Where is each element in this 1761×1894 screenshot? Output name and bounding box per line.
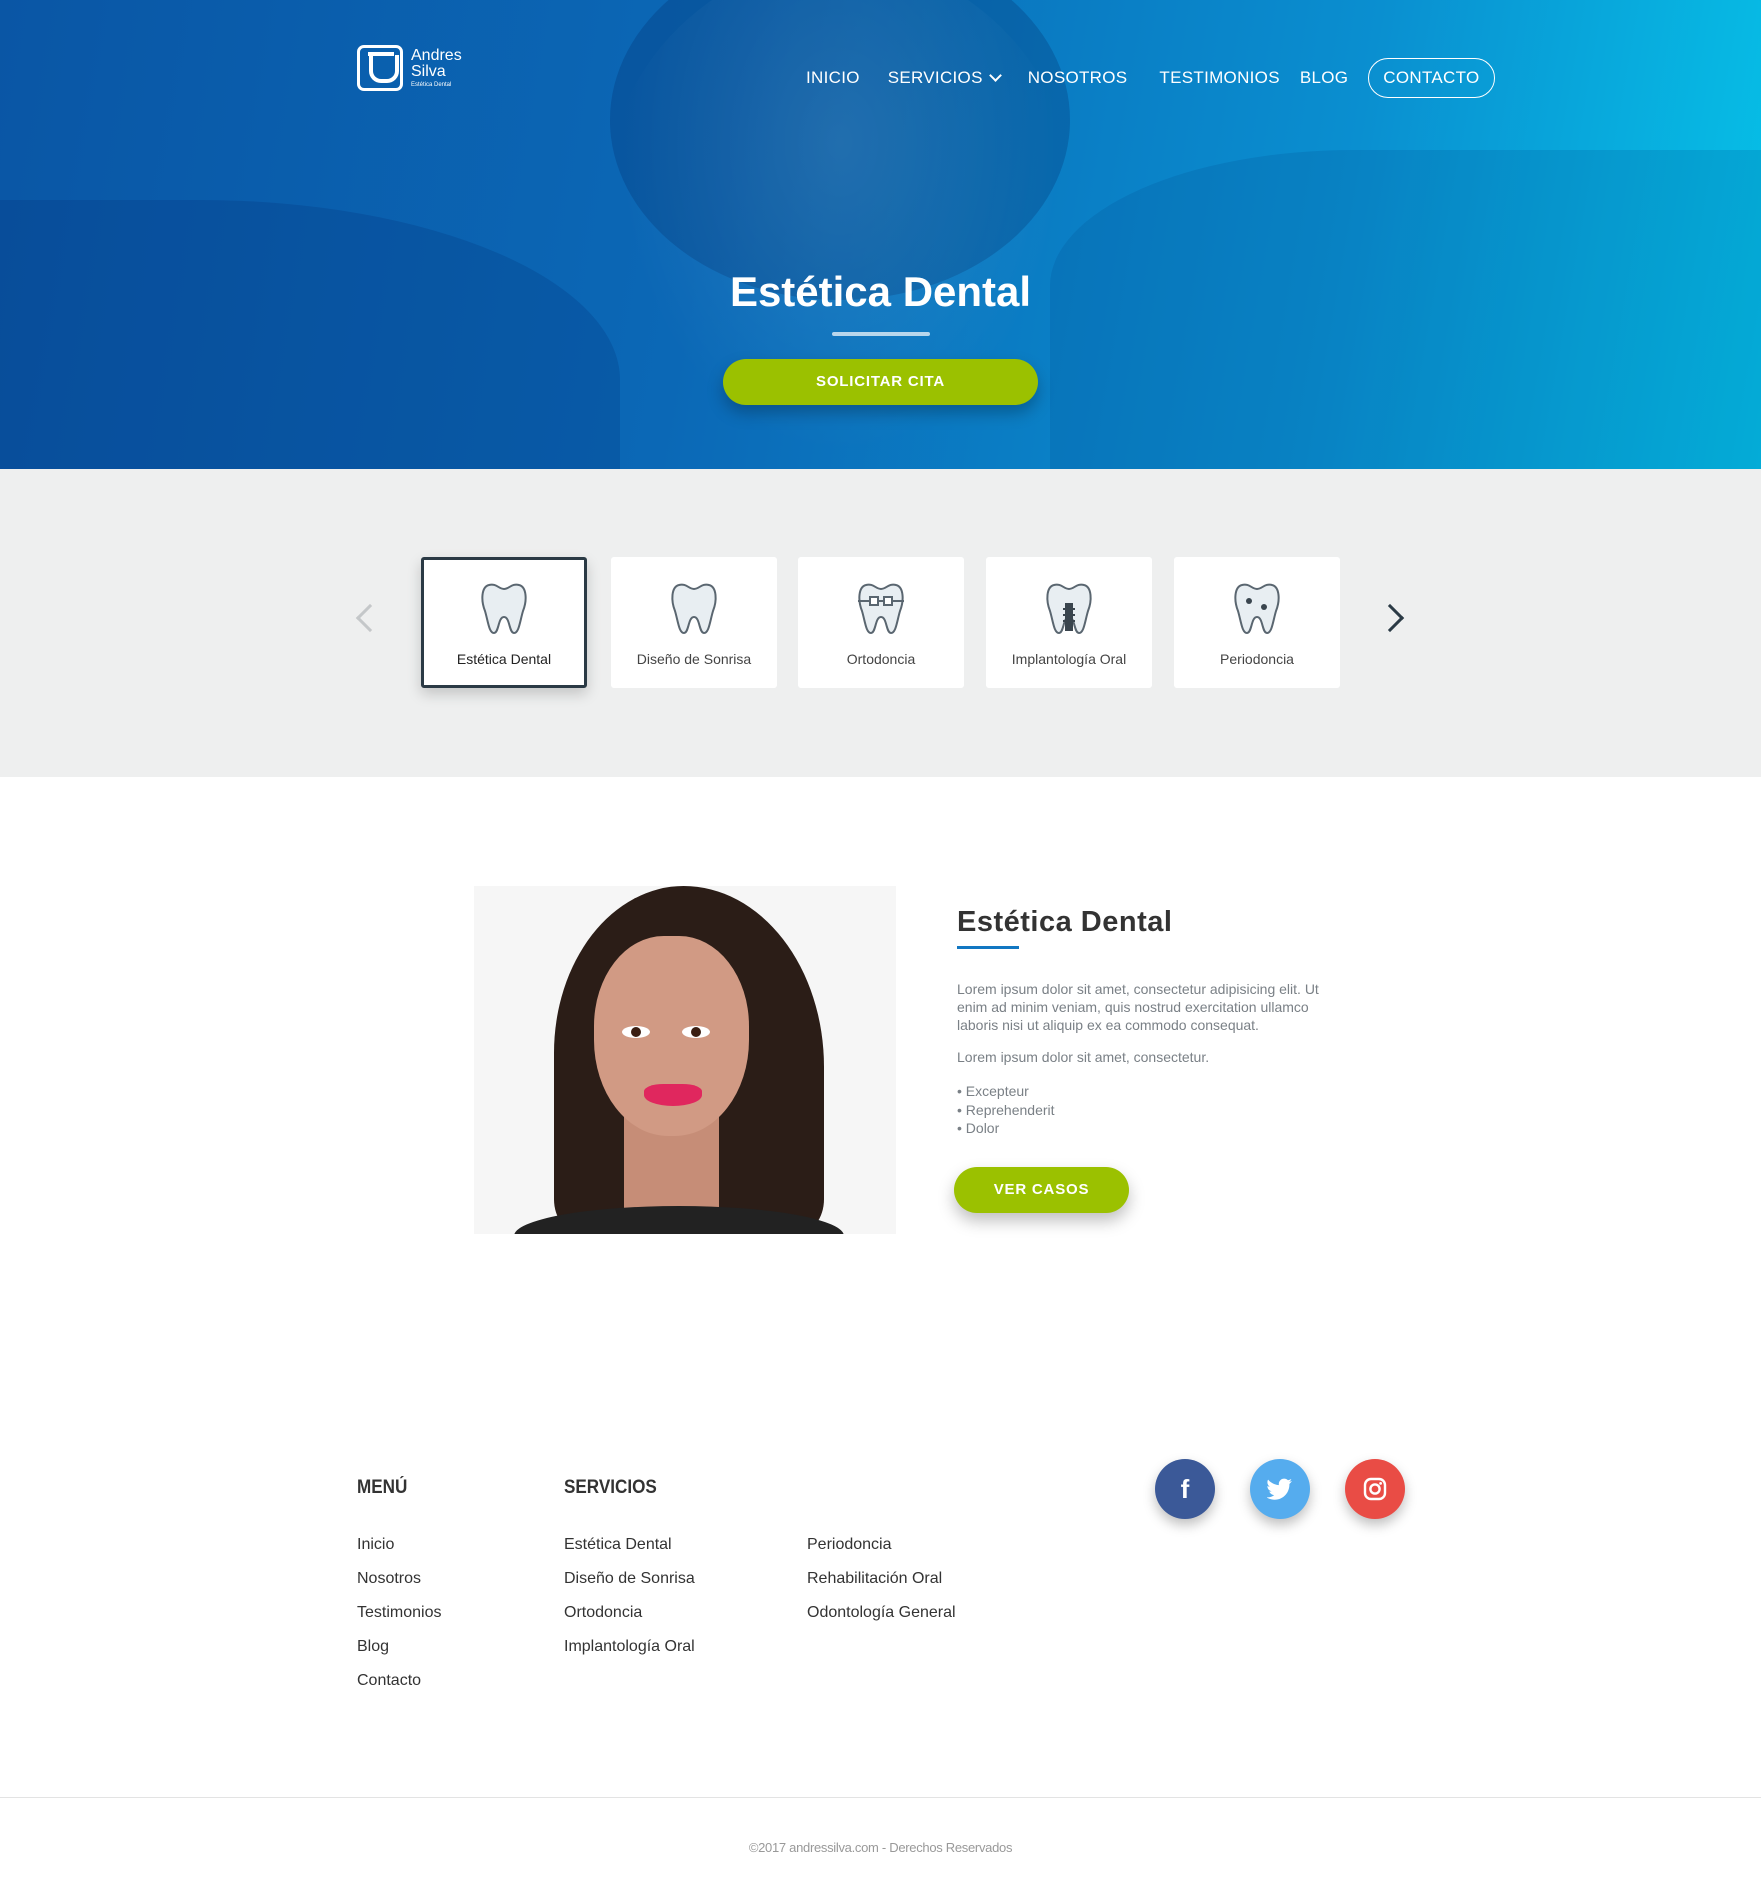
logo-line-3: Estética Dental	[411, 82, 452, 88]
service-photo	[474, 886, 896, 1234]
instagram-camera-glyph	[1363, 1477, 1387, 1501]
content-bullet-list: Excepteur Reprehenderit Dolor	[957, 1082, 1055, 1138]
nav-nosotros[interactable]: NOSOTROS	[1028, 68, 1128, 88]
service-card-label: Diseño de Sonrisa	[636, 651, 752, 667]
twitter-bird-glyph	[1267, 1478, 1292, 1500]
content-title: Estética Dental	[957, 906, 1173, 938]
footer-service-link[interactable]: Odontología General	[807, 1604, 956, 1638]
service-card-label: Ortodoncia	[846, 651, 916, 667]
photo-eye	[682, 1026, 710, 1038]
service-card-diseno[interactable]: Diseño de Sonrisa	[611, 557, 777, 688]
footer-link-testimonios[interactable]: Testimonios	[357, 1604, 441, 1638]
hero-banner: Andres Silva Estética Dental INICIO SERV…	[0, 0, 1761, 469]
tooth-icon	[671, 583, 717, 635]
nav-servicios[interactable]: SERVICIOS	[887, 68, 1002, 88]
main-nav: INICIO SERVICIOS NOSOTROS TESTIMONIOS BL…	[806, 58, 1495, 98]
service-card-implantologia[interactable]: Implantología Oral	[986, 557, 1152, 688]
nav-servicios-label: SERVICIOS	[887, 68, 983, 87]
footer-link-inicio[interactable]: Inicio	[357, 1536, 441, 1570]
logo-icon	[357, 45, 403, 91]
chevron-down-icon	[988, 69, 1002, 82]
hero-background-shape	[0, 200, 620, 469]
footer-link-nosotros[interactable]: Nosotros	[357, 1570, 441, 1604]
footer-service-link[interactable]: Implantología Oral	[564, 1638, 695, 1672]
twitter-icon[interactable]	[1250, 1459, 1310, 1519]
service-card-estetica[interactable]: Estética Dental	[421, 557, 587, 688]
facebook-icon[interactable]: f	[1155, 1459, 1215, 1519]
logo-text: Andres Silva Estética Dental	[411, 47, 462, 89]
nav-testimonios[interactable]: TESTIMONIOS	[1159, 68, 1279, 88]
footer-link-blog[interactable]: Blog	[357, 1638, 441, 1672]
tooth-icon	[481, 583, 527, 635]
footer-service-link[interactable]: Ortodoncia	[564, 1604, 695, 1638]
footer-link-contacto[interactable]: Contacto	[357, 1672, 441, 1706]
nav-blog[interactable]: BLOG	[1300, 68, 1348, 88]
nav-contacto-button[interactable]: CONTACTO	[1368, 58, 1495, 98]
footer-service-link[interactable]: Estética Dental	[564, 1536, 695, 1570]
content-paragraph: Lorem ipsum dolor sit amet, consectetur …	[957, 981, 1319, 1033]
photo-smile	[644, 1084, 702, 1106]
service-card-ortodoncia[interactable]: Ortodoncia	[798, 557, 964, 688]
footer-menu-list: Inicio Nosotros Testimonios Blog Contact…	[357, 1536, 441, 1706]
bullet-item: Dolor	[957, 1119, 1055, 1138]
footer-service-link[interactable]: Periodoncia	[807, 1536, 956, 1570]
view-cases-button[interactable]: VER CASOS	[954, 1167, 1129, 1213]
service-card-label: Implantología Oral	[1011, 651, 1127, 667]
content-title-underline	[957, 946, 1019, 949]
footer-menu-title: MENÚ	[357, 1477, 408, 1498]
brand-logo[interactable]: Andres Silva Estética Dental	[357, 45, 462, 91]
braces-tooth-icon	[858, 583, 904, 635]
footer-services-title: SERVICIOS	[564, 1477, 657, 1498]
hero-title: Estética Dental	[729, 268, 1032, 315]
photo-eye	[622, 1026, 650, 1038]
content-paragraph: Lorem ipsum dolor sit amet, consectetur.	[957, 1049, 1210, 1065]
footer-service-link[interactable]: Rehabilitación Oral	[807, 1570, 956, 1604]
footer-divider	[0, 1797, 1761, 1798]
bullet-item: Excepteur	[957, 1082, 1055, 1101]
logo-line-1: Andres	[411, 47, 462, 64]
instagram-icon[interactable]	[1345, 1459, 1405, 1519]
footer-service-link[interactable]: Diseño de Sonrisa	[564, 1570, 695, 1604]
footer-services-list: Estética Dental Diseño de Sonrisa Ortodo…	[564, 1536, 695, 1672]
request-appointment-button[interactable]: SOLICITAR CITA	[723, 359, 1038, 405]
perio-tooth-icon	[1234, 583, 1280, 635]
nav-inicio[interactable]: INICIO	[806, 68, 860, 88]
service-card-label: Periodoncia	[1220, 651, 1294, 667]
copyright-text: ©2017 andressilva.com - Derechos Reserva…	[748, 1840, 1013, 1855]
bullet-item: Reprehenderit	[957, 1101, 1055, 1120]
photo-face	[594, 936, 749, 1136]
service-card-label: Estética Dental	[456, 651, 552, 667]
footer-services-list-2: Periodoncia Rehabilitación Oral Odontolo…	[807, 1536, 956, 1638]
logo-line-2: Silva	[411, 63, 446, 80]
implant-tooth-icon	[1046, 583, 1092, 635]
hero-divider	[832, 332, 930, 336]
service-card-periodoncia[interactable]: Periodoncia	[1174, 557, 1340, 688]
